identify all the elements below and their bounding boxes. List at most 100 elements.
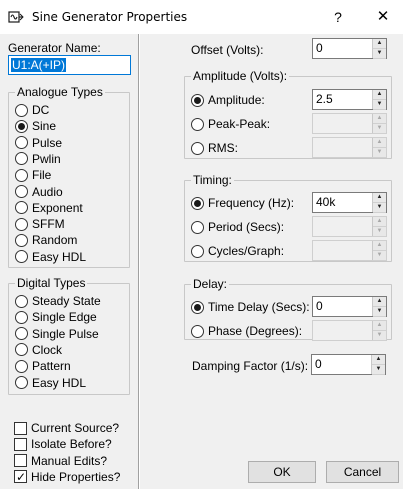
period-spinbox: ▲ ▼ [312, 216, 387, 237]
peak-peak-radio-label: Peak-Peak: [208, 117, 271, 131]
analogue-type-label: Random [32, 233, 78, 248]
analogue-types-group: Analogue Types DC Sine Pulse Pwlin File Audio… [8, 85, 130, 268]
analogue-type-label: DC [32, 103, 50, 117]
spin-down-icon[interactable]: ▼ [372, 365, 385, 375]
frequency-spinbox[interactable]: 40k ▲ ▼ [312, 192, 387, 213]
option-current-source[interactable]: Current Source? [14, 420, 119, 436]
digital-type-clock[interactable]: Clock [15, 342, 62, 358]
generator-name-field[interactable]: U1:A(+IP) [8, 55, 131, 75]
ok-button[interactable]: OK [248, 461, 316, 483]
analogue-type-label: Pwlin [32, 151, 61, 166]
analogue-type-label: File [32, 168, 52, 183]
digital-type-single-pulse[interactable]: Single Pulse [15, 326, 99, 342]
analogue-type-random[interactable]: Random [15, 232, 77, 248]
spin-up-icon[interactable]: ▲ [373, 39, 386, 49]
analogue-type-sine[interactable]: Sine [15, 118, 56, 134]
digital-types-title: Digital Types [15, 276, 88, 290]
damping-factor-spinbox[interactable]: 0 ▲ ▼ [311, 354, 386, 375]
analogue-types-title: Analogue Types [15, 85, 105, 99]
amplitude-group: Amplitude (Volts): Amplitude: Peak-Peak:… [184, 69, 392, 159]
radio-icon [15, 185, 28, 198]
spin-up-icon: ▲ [373, 241, 386, 251]
radio-icon [15, 359, 28, 373]
offset-spinbox[interactable]: 0 ▲ ▼ [312, 38, 387, 59]
radio-icon [15, 152, 28, 166]
digital-type-pattern[interactable]: Pattern [15, 358, 71, 374]
checkbox-icon [14, 454, 27, 468]
help-button[interactable]: ? [326, 4, 350, 30]
damping-factor-label: Damping Factor (1/s): [192, 359, 309, 373]
amplitude-spinbox[interactable]: 2.5 ▲ ▼ [312, 89, 387, 110]
damping-factor-value: 0 [315, 357, 322, 371]
radio-selected-icon [15, 119, 28, 133]
analogue-type-pulse[interactable]: Pulse [15, 135, 62, 151]
cycles-graph-radio[interactable]: Cycles/Graph: [191, 243, 284, 259]
spin-down-icon[interactable]: ▼ [373, 100, 386, 110]
time-delay-spinbox[interactable]: 0 ▲ ▼ [312, 296, 387, 317]
time-delay-value: 0 [316, 299, 323, 313]
window-title: Sine Generator Properties [32, 10, 188, 24]
spin-down-icon[interactable]: ▼ [373, 49, 386, 59]
digital-type-label: Single Edge [32, 310, 97, 325]
radio-icon [191, 141, 204, 155]
radio-icon [15, 376, 28, 389]
checkbox-icon [14, 421, 27, 435]
time-delay-radio[interactable]: Time Delay (Secs): [191, 299, 310, 315]
offset-label: Offset (Volts): [191, 43, 264, 57]
amplitude-title: Amplitude (Volts): [191, 69, 290, 83]
spin-up-icon[interactable]: ▲ [372, 355, 385, 365]
delay-title: Delay: [191, 277, 230, 291]
options-list: Current Source? Isolate Before? Manual Edi… [14, 419, 134, 487]
amplitude-radio[interactable]: Amplitude: [191, 92, 265, 108]
time-delay-radio-label: Time Delay (Secs): [208, 300, 310, 314]
digital-type-steady-state[interactable]: Steady State [15, 293, 101, 309]
spin-up-icon[interactable]: ▲ [373, 90, 386, 100]
digital-type-single-edge[interactable]: Single Edge [15, 309, 97, 325]
phase-radio[interactable]: Phase (Degrees): [191, 323, 302, 339]
rms-radio[interactable]: RMS: [191, 140, 238, 156]
radio-icon [191, 324, 204, 338]
spin-up-icon[interactable]: ▲ [373, 193, 386, 203]
analogue-type-pwlin[interactable]: Pwlin [15, 151, 61, 167]
analogue-type-exponent[interactable]: Exponent [15, 200, 83, 216]
cycles-graph-radio-label: Cycles/Graph: [208, 244, 285, 258]
spin-down-icon[interactable]: ▼ [373, 203, 386, 213]
digital-type-label: Clock [32, 342, 63, 357]
spin-down-icon: ▼ [373, 251, 386, 261]
offset-value: 0 [316, 41, 323, 55]
digital-type-label: Steady State [32, 294, 101, 308]
cancel-button[interactable]: Cancel [326, 461, 399, 483]
spin-down-icon[interactable]: ▼ [373, 307, 386, 317]
spin-up-icon: ▲ [373, 114, 386, 124]
generator-name-value: U1:A(+IP) [11, 58, 67, 72]
period-radio[interactable]: Period (Secs): [191, 219, 284, 235]
radio-icon [15, 250, 28, 264]
frequency-radio[interactable]: Frequency (Hz): [191, 195, 294, 211]
analogue-type-dc[interactable]: DC [15, 102, 49, 118]
radio-icon [15, 103, 28, 117]
option-isolate-before[interactable]: Isolate Before? [14, 436, 112, 452]
digital-type-easy-hdl[interactable]: Easy HDL [15, 375, 86, 391]
option-manual-edits[interactable]: Manual Edits? [14, 453, 107, 469]
radio-icon [15, 327, 28, 341]
frequency-radio-label: Frequency (Hz): [208, 196, 295, 210]
analogue-type-file[interactable]: File [15, 167, 51, 183]
checkbox-checked-icon [14, 470, 27, 484]
spin-down-icon: ▼ [373, 227, 386, 237]
phase-radio-label: Phase (Degrees): [208, 324, 303, 338]
spin-up-icon: ▲ [373, 138, 386, 148]
analogue-type-label: Audio [32, 184, 63, 199]
analogue-type-sffm[interactable]: SFFM [15, 216, 65, 232]
analogue-type-audio[interactable]: Audio [15, 184, 63, 200]
option-label: Isolate Before? [31, 437, 112, 452]
analogue-type-easy-hdl[interactable]: Easy HDL [15, 249, 86, 265]
spin-up-icon: ▲ [373, 217, 386, 227]
spin-up-icon[interactable]: ▲ [373, 297, 386, 307]
option-hide-properties[interactable]: Hide Properties? [14, 469, 120, 485]
peak-peak-radio[interactable]: Peak-Peak: [191, 116, 270, 132]
close-button[interactable]: ✕ [370, 4, 396, 30]
radio-selected-icon [191, 300, 204, 314]
timing-title: Timing: [191, 173, 234, 187]
timing-group: Timing: Frequency (Hz): Period (Secs): C… [184, 173, 392, 262]
radio-icon [191, 117, 204, 131]
